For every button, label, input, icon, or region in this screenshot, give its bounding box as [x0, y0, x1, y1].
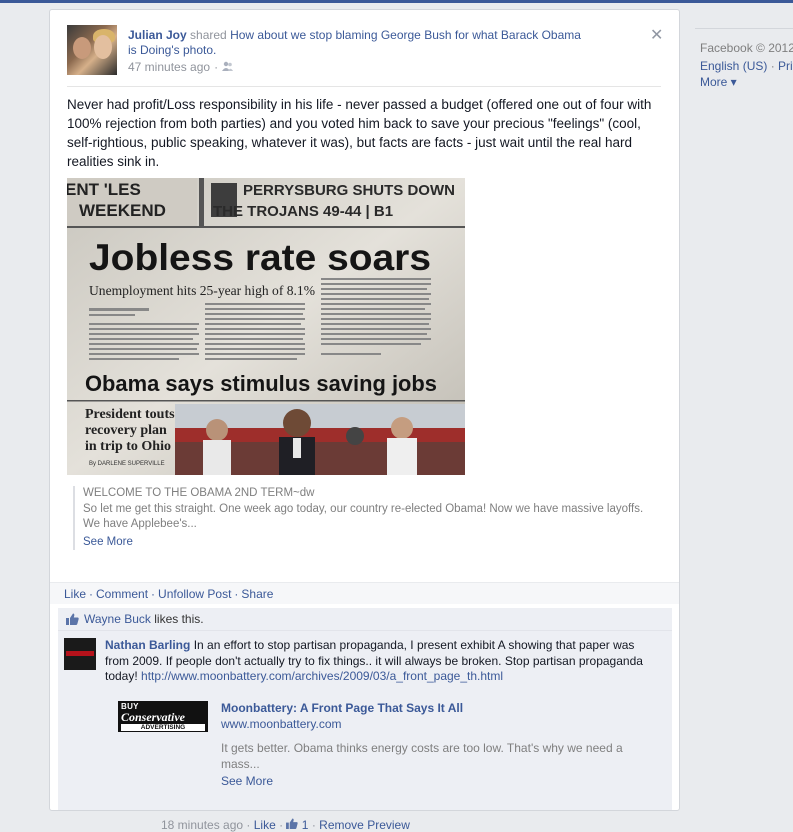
likes-sentence: Wayne Buck likes this.	[58, 608, 672, 631]
shared-photo[interactable]: ENT 'LES WEEKEND PERRYSBURG SHUTS DOWN T…	[67, 178, 465, 475]
likes-suffix: likes this.	[150, 612, 204, 626]
friends-icon[interactable]	[222, 60, 234, 74]
preview-description: It gets better. Obama thinks energy cost…	[221, 741, 623, 771]
avatar-face	[73, 37, 91, 59]
close-icon[interactable]: ✕	[650, 25, 663, 45]
see-more-link[interactable]: See More	[83, 535, 663, 551]
liker-name-link[interactable]: Wayne Buck	[84, 612, 151, 626]
remove-preview-link[interactable]: Remove Preview	[319, 818, 410, 832]
copyright-text: Facebook © 2012	[700, 41, 793, 55]
story-headline: Julian Joy shared How about we stop blam…	[128, 28, 588, 58]
comment-meta: 18 minutes ago · Like · 1 · Remove Previ…	[161, 818, 410, 832]
ad-mid-text: Conservative	[121, 710, 185, 724]
shared-label: shared	[190, 28, 227, 42]
headline: Jobless rate soars	[89, 237, 431, 278]
headline-2: Obama says stimulus saving jobs	[85, 371, 437, 396]
more-link[interactable]: More	[700, 75, 727, 89]
comment-like-count[interactable]: 1	[302, 818, 309, 832]
ad-bottom-text: ADVERTISING	[121, 724, 205, 731]
header-divider	[67, 86, 661, 87]
comment-author-link[interactable]: Nathan Barling	[105, 638, 190, 652]
story-actions: Like · Comment · Unfollow Post · Share	[50, 582, 679, 604]
sidehead-2: recovery plan	[85, 423, 167, 438]
sidebar-divider	[695, 28, 793, 29]
thumbs-up-icon	[66, 610, 79, 625]
feedback-area: Wayne Buck likes this. Nathan Barling In…	[58, 608, 672, 832]
actor-avatar[interactable]	[67, 25, 117, 75]
comment-body: Nathan Barling In an effort to stop part…	[105, 638, 653, 685]
caption-title: WELCOME TO THE OBAMA 2ND TERM~dw	[83, 487, 315, 499]
caret-down-icon[interactable]: ▾	[727, 75, 737, 89]
unfollow-post-link[interactable]: Unfollow Post	[158, 587, 231, 601]
comment-url-link[interactable]: http://www.moonbattery.com/archives/2009…	[141, 669, 503, 683]
caption-body: So let me get this straight. One week ag…	[83, 502, 644, 515]
privacy-link[interactable]: Priv	[778, 59, 793, 73]
link-preview: BUY Conservative ADVERTISING Moonbattery…	[118, 701, 648, 801]
masthead-left: ENT 'LES	[67, 180, 141, 199]
masthead-right: PERRYSBURG SHUTS DOWN	[243, 182, 455, 199]
top-accent-bar	[0, 0, 793, 3]
commenter-avatar[interactable]	[64, 638, 96, 670]
comment-time[interactable]: 18 minutes ago	[161, 818, 243, 832]
preview-title-link[interactable]: Moonbattery: A Front Page That Says It A…	[221, 701, 463, 715]
share-link[interactable]: Share	[241, 587, 273, 601]
preview-domain[interactable]: www.moonbattery.com	[221, 717, 641, 733]
right-sidebar-footer: Facebook © 2012 English (US) · Priv More…	[700, 40, 793, 90]
preview-see-more-link[interactable]: See More	[221, 774, 641, 790]
preview-thumbnail[interactable]: BUY Conservative ADVERTISING	[118, 701, 208, 732]
masthead-right-2: THE TROJANS 49-44 | B1	[213, 203, 393, 220]
comment-link[interactable]: Comment	[96, 587, 148, 601]
thumbs-up-icon[interactable]	[286, 818, 299, 832]
subhead: Unemployment hits 25-year high of 8.1%	[89, 284, 315, 299]
language-link[interactable]: English (US)	[700, 59, 767, 73]
like-link[interactable]: Like	[64, 587, 86, 601]
preview-body: Moonbattery: A Front Page That Says It A…	[221, 701, 641, 790]
actor-name-link[interactable]: Julian Joy	[128, 28, 187, 42]
story-meta: 47 minutes ago ·	[128, 60, 234, 74]
post-message: Never had profit/Loss responsibility in …	[67, 97, 652, 169]
timestamp-link[interactable]: 47 minutes ago	[128, 60, 210, 74]
byline: By DARLENE SUPERVILLE	[89, 461, 165, 467]
sidehead-3: in trip to Ohio	[85, 439, 171, 454]
story-card: Julian Joy shared How about we stop blam…	[49, 9, 680, 832]
photo-link[interactable]: 's photo.	[171, 43, 216, 57]
caption-body-2: We have Applebee's...	[83, 518, 197, 530]
masthead-left-2: WEEKEND	[79, 201, 166, 220]
sidehead-1: President touts	[85, 407, 175, 422]
photo-caption: WELCOME TO THE OBAMA 2ND TERM~dw So let …	[73, 486, 663, 550]
comment-like-link[interactable]: Like	[254, 818, 276, 832]
avatar-face	[94, 35, 112, 59]
